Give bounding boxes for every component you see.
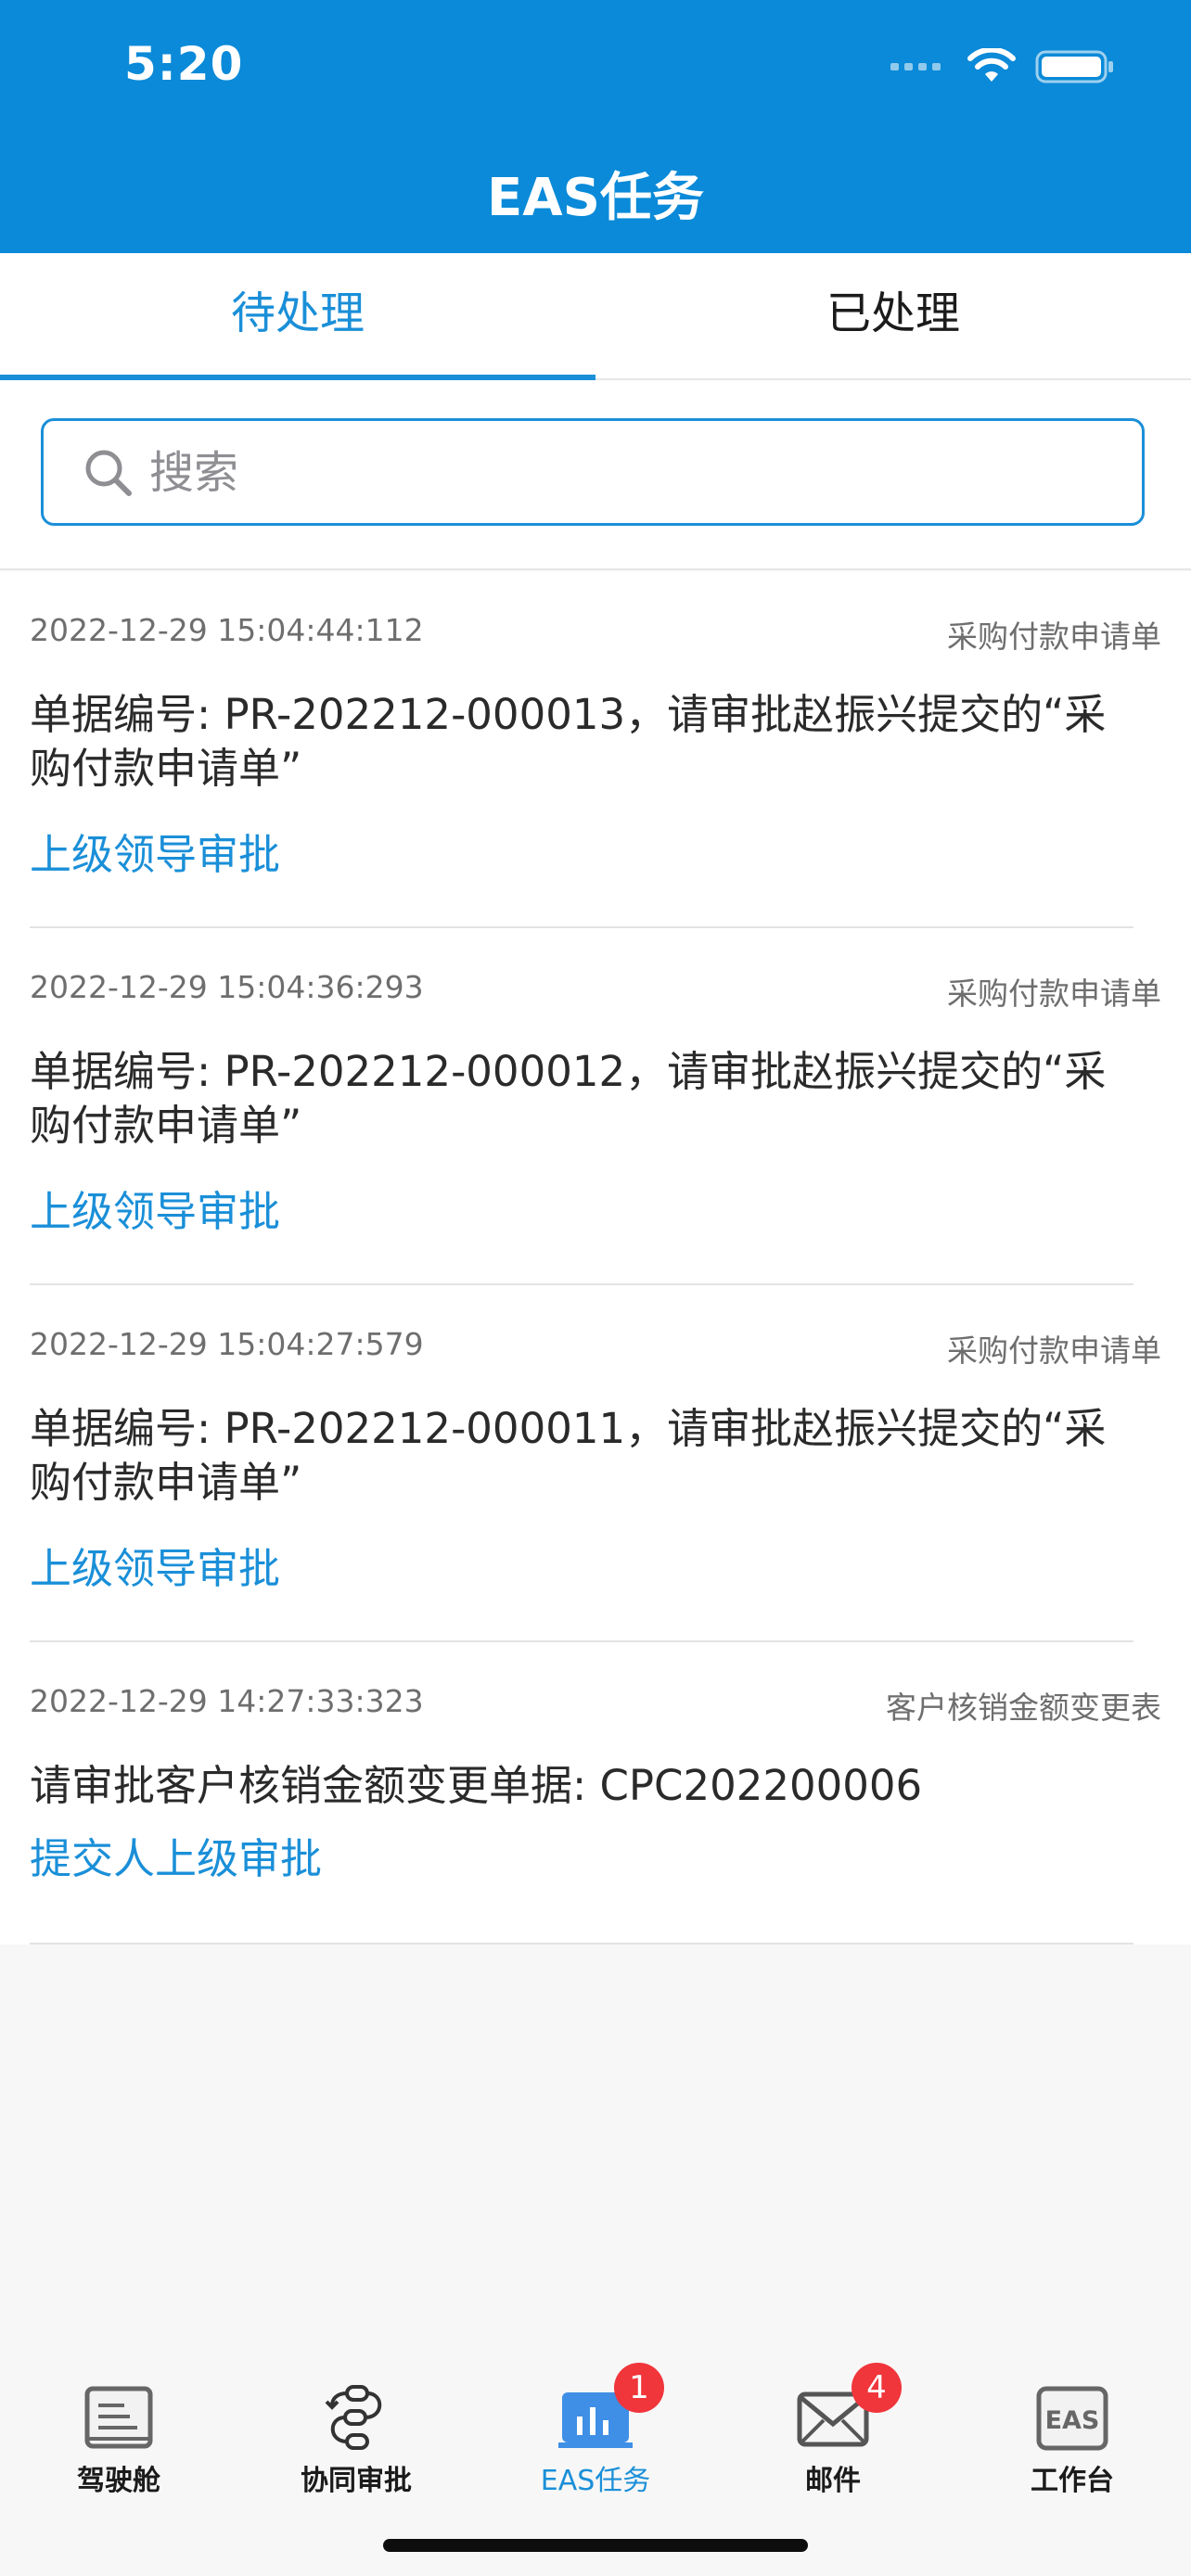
task-type: 采购付款申请单 <box>947 976 1161 1012</box>
eas-task-badge: 1 <box>614 2363 664 2413</box>
task-tabs: 待处理 已处理 <box>0 253 1191 380</box>
task-item[interactable]: 2022-12-29 14:27:33:323 客户核销金额变更表 请审批客户核… <box>0 1642 1191 1945</box>
search-input[interactable] <box>149 438 1114 508</box>
task-time: 2022-12-29 15:04:44:112 <box>30 612 424 648</box>
task-title: 单据编号: PR-202212-000013，请审批赵振兴提交的“采购付款申请单… <box>30 690 1107 793</box>
mail-badge: 4 <box>852 2363 902 2413</box>
task-type: 采购付款申请单 <box>947 618 1161 655</box>
page-title: EAS任务 <box>487 168 704 228</box>
task-type: 客户核销金额变更表 <box>886 1690 1161 1726</box>
tabbar-item-collaboration[interactable]: 协同审批 <box>237 2365 475 2504</box>
task-time: 2022-12-29 15:04:36:293 <box>30 969 424 1005</box>
cellular-signal-icon <box>890 63 946 70</box>
task-item[interactable]: 2022-12-29 15:04:36:293 采购付款申请单 单据编号: PR… <box>0 928 1191 1285</box>
task-stage[interactable]: 上级领导审批 <box>30 1541 1161 1597</box>
status-time: 5:20 <box>124 37 244 91</box>
task-title: 单据编号: PR-202212-000012，请审批赵振兴提交的“采购付款申请单… <box>30 1047 1107 1150</box>
task-time: 2022-12-29 14:27:33:323 <box>30 1683 424 1719</box>
task-item[interactable]: 2022-12-29 15:04:27:579 采购付款申请单 单据编号: PR… <box>0 1285 1191 1642</box>
wifi-icon <box>967 48 1016 82</box>
tabbar-item-eas-task[interactable]: 1 EAS任务 <box>477 2363 714 2504</box>
eas-workbench-icon: EAS <box>1036 2386 1108 2451</box>
tabbar-item-cockpit[interactable]: 驾驶舱 <box>0 2365 237 2504</box>
task-stage[interactable]: 提交人上级审批 <box>30 1831 1161 1887</box>
tabbar-item-workbench[interactable]: EAS 工作台 <box>954 2365 1191 2504</box>
divider <box>30 1943 1133 1945</box>
task-stage[interactable]: 上级领导审批 <box>30 1184 1161 1240</box>
task-title: 单据编号: PR-202212-000011，请审批赵振兴提交的“采购付款申请单… <box>30 1404 1107 1507</box>
search-area <box>0 380 1191 570</box>
task-title: 请审批客户核销金额变更单据: CPC202200006 <box>30 1761 923 1810</box>
task-stage[interactable]: 上级领导审批 <box>30 827 1161 883</box>
search-box[interactable] <box>41 418 1145 526</box>
tabbar-label: 协同审批 <box>301 2465 412 2497</box>
task-time: 2022-12-29 15:04:27:579 <box>30 1326 424 1362</box>
cockpit-icon <box>84 2386 153 2449</box>
tabbar-label: 驾驶舱 <box>77 2465 160 2497</box>
tabbar-item-mail[interactable]: 4 邮件 <box>714 2363 952 2504</box>
search-icon <box>85 450 132 496</box>
task-type: 采购付款申请单 <box>947 1333 1161 1369</box>
tab-pending[interactable]: 待处理 <box>0 253 596 378</box>
tabbar-label: EAS任务 <box>540 2465 651 2497</box>
workbench-icon-text: EAS <box>1045 2406 1100 2435</box>
tab-processed[interactable]: 已处理 <box>596 253 1191 378</box>
home-indicator <box>383 2539 808 2552</box>
battery-icon <box>1035 50 1113 83</box>
app-header: 5:20 EAS任务 <box>0 0 1191 253</box>
tabbar-label: 工作台 <box>1031 2465 1114 2497</box>
tabbar-label: 邮件 <box>805 2465 861 2497</box>
status-indicators <box>890 46 1115 87</box>
task-list: 2022-12-29 15:04:44:112 采购付款申请单 单据编号: PR… <box>0 571 1191 1945</box>
task-item[interactable]: 2022-12-29 15:04:44:112 采购付款申请单 单据编号: PR… <box>0 571 1191 928</box>
collaboration-approval-icon <box>325 2385 382 2450</box>
